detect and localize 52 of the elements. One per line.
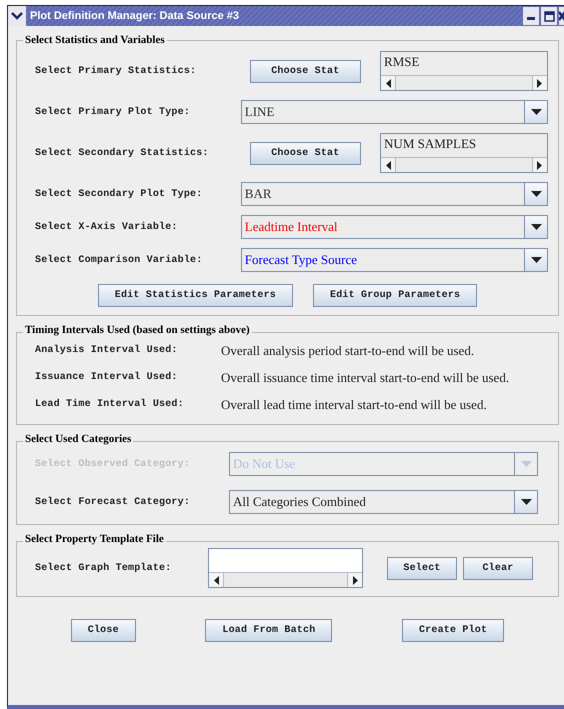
dialog-button[interactable]: Create Plot	[402, 619, 504, 642]
list-field[interactable]: NUM SAMPLES	[380, 133, 548, 173]
dropdown-arrow-icon	[530, 191, 542, 197]
field-label: Select Forecast Category:	[35, 496, 192, 508]
edit-parameters-button[interactable]: Edit Statistics Parameters	[98, 284, 293, 307]
interval-text: Overall issuance time interval start-to-end will be used.	[221, 370, 510, 386]
scroll-left-icon[interactable]	[214, 576, 218, 584]
input-field[interactable]	[208, 548, 363, 588]
maximize-icon[interactable]	[544, 10, 554, 22]
scroll-right-icon[interactable]	[537, 160, 542, 170]
scroll-right-icon[interactable]	[537, 78, 542, 88]
dropdown-arrow-icon	[530, 224, 542, 230]
list-field[interactable]: RMSE	[380, 51, 548, 91]
template-button[interactable]: Clear	[463, 556, 533, 580]
dropdown-arrow-icon	[520, 499, 532, 505]
dropdown-arrow-icon	[530, 257, 542, 263]
field-label: Select Primary Statistics:	[35, 66, 198, 76]
field-label: Analysis Interval Used:	[35, 345, 179, 356]
horizontal-scrollbar[interactable]	[209, 572, 362, 587]
window-title: Plot Definition Manager: Data Source #3	[29, 10, 240, 22]
field-label: Select Primary Plot Type:	[35, 106, 192, 118]
dropdown[interactable]: LINE	[240, 100, 548, 124]
field-label: Select Secondary Plot Type:	[35, 188, 204, 200]
dropdown-arrow-icon	[530, 109, 542, 115]
choose-stat-button[interactable]: Choose Stat	[250, 60, 362, 82]
interval-text: Overall analysis period start-to-end will be used.	[221, 342, 474, 358]
dropdown[interactable]: BAR	[240, 182, 548, 206]
dialog-button[interactable]: Close	[70, 619, 136, 642]
section-title: Select Used Categories	[23, 433, 134, 446]
field-label: Select X-Axis Variable:	[35, 222, 179, 232]
section-title: Select Property Template File	[23, 533, 166, 546]
close-icon[interactable]	[559, 11, 564, 21]
field-label: Select Comparison Variable:	[35, 254, 204, 266]
field-label: Select Secondary Statistics:	[35, 148, 210, 158]
scroll-left-icon[interactable]	[386, 160, 391, 170]
horizontal-scrollbar[interactable]	[381, 75, 547, 90]
field-label: Lead Time Interval Used:	[35, 399, 185, 410]
interval-text: Overall lead time interval start-to-end will be used.	[221, 396, 487, 412]
field-label: Issuance Interval Used:	[35, 372, 179, 383]
scroll-left-icon[interactable]	[386, 78, 391, 88]
field-label: Select Graph Template:	[35, 562, 172, 574]
dropdown[interactable]: All Categories Combined	[229, 490, 538, 514]
horizontal-scrollbar[interactable]	[381, 157, 547, 172]
edit-parameters-button[interactable]: Edit Group Parameters	[313, 284, 478, 307]
dropdown-arrow-icon	[520, 461, 532, 467]
dialog-button[interactable]: Load From Batch	[205, 619, 332, 642]
scroll-right-icon[interactable]	[352, 576, 358, 584]
dropdown[interactable]: Forecast Type Source	[240, 248, 548, 272]
chevron-down-icon[interactable]	[11, 12, 23, 20]
section-title: Timing Intervals Used (based on settings above)	[23, 324, 252, 337]
template-button[interactable]: Select	[387, 556, 457, 580]
choose-stat-button[interactable]: Choose Stat	[250, 142, 362, 164]
